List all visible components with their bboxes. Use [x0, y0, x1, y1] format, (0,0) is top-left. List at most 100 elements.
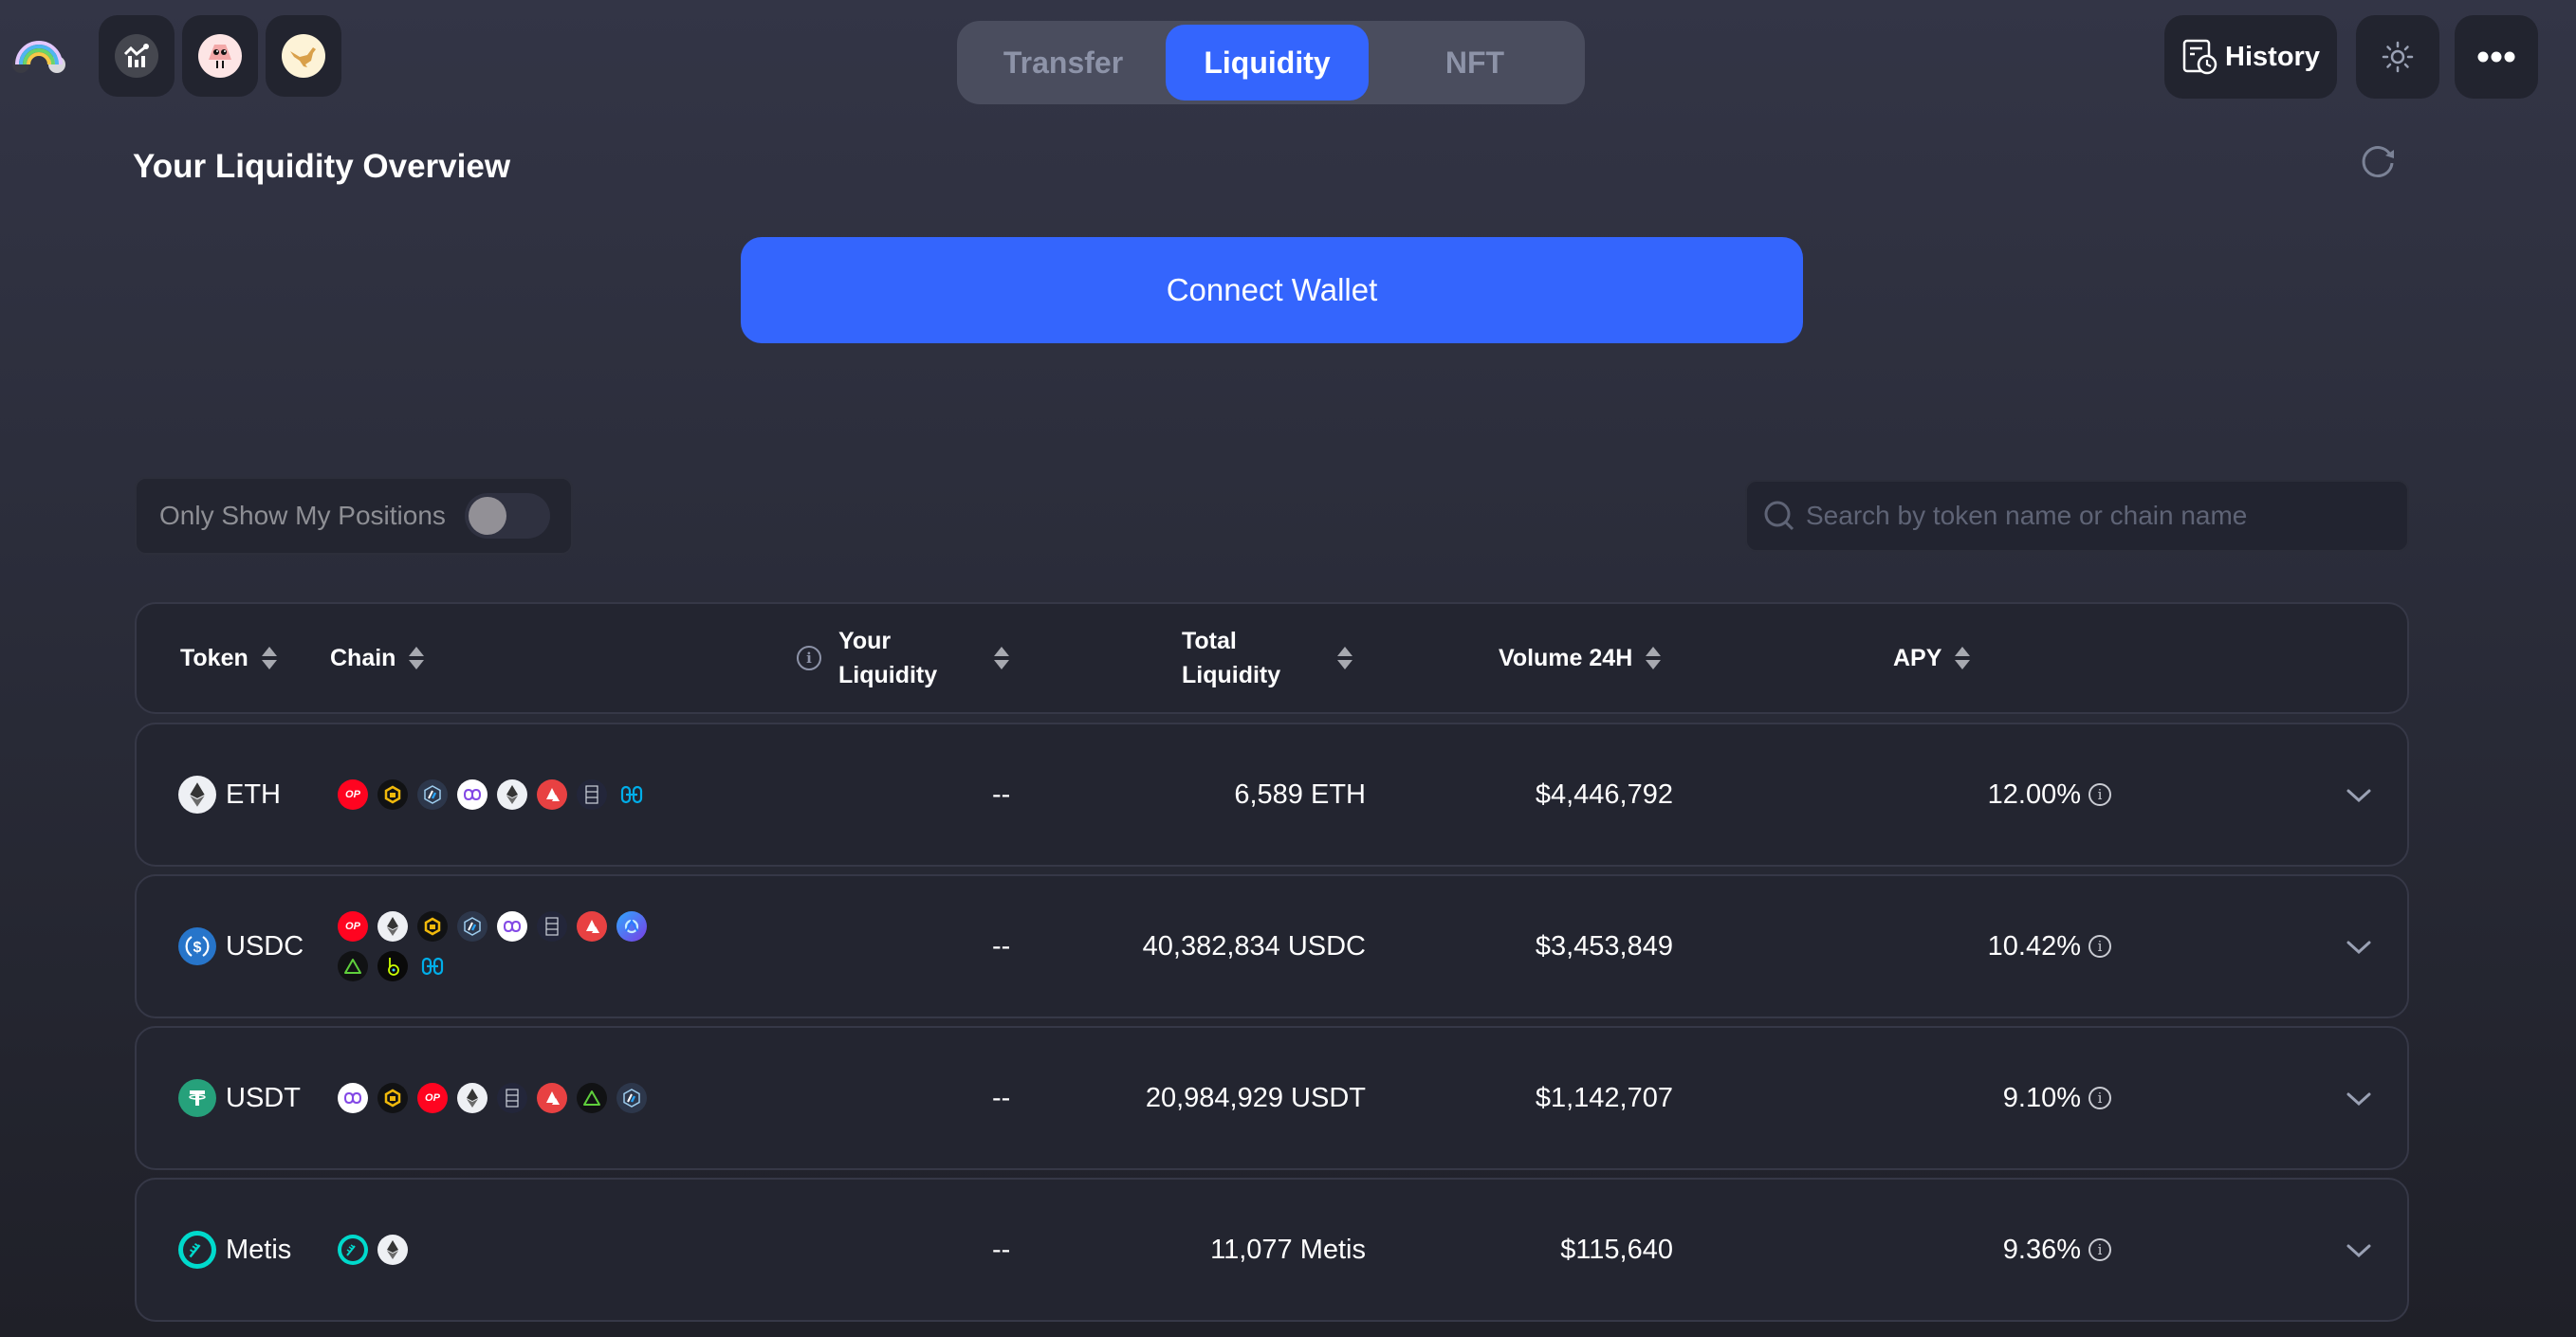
tab-nft[interactable]: NFT: [1369, 25, 1581, 101]
svg-text:$: $: [193, 940, 202, 956]
column-label: Volume 24H: [1499, 644, 1633, 671]
apy-cell: 9.10% i: [1844, 1028, 2111, 1168]
sort-icon: [994, 647, 1009, 669]
connect-wallet-button[interactable]: Connect Wallet: [741, 237, 1803, 343]
main-tabs: Transfer Liquidity NFT: [957, 21, 1585, 104]
theme-toggle-button[interactable]: [2356, 15, 2439, 99]
token-cell: Metis: [178, 1180, 291, 1320]
history-button[interactable]: History: [2164, 15, 2337, 99]
chevron-down-icon[interactable]: [2345, 1085, 2373, 1113]
more-options-button[interactable]: [2455, 15, 2538, 99]
apy-cell: 10.42% i: [1844, 876, 2111, 1016]
chain-fantom-icon: [497, 1083, 527, 1113]
refresh-icon[interactable]: [2360, 142, 2398, 180]
chain-list: [338, 1235, 679, 1265]
token-name: USDT: [226, 1082, 301, 1113]
total-liquidity-cell: 20,984,929 USDT: [1145, 1082, 1366, 1113]
chain-fantom-icon: [537, 911, 567, 942]
table-row[interactable]: USDT OP -- 20,984,929 USDT $1,142,707 9.…: [135, 1026, 2409, 1170]
table-row[interactable]: $ USDC OP -- 40,382,834 USDC $3,453,849 …: [135, 874, 2409, 1018]
chart-icon: [115, 34, 158, 78]
token-cell: $ USDC: [178, 876, 304, 1016]
table-header: Token Chain i Your Liquidity Total Liqui…: [135, 602, 2409, 714]
history-icon: [2182, 39, 2217, 75]
apy-info-icon[interactable]: i: [2088, 1087, 2111, 1109]
column-label: Total Liquidity: [1182, 628, 1281, 688]
table-row[interactable]: ETH OP -- 6,589 ETH $4,446,792 12.00% i: [135, 723, 2409, 867]
apy-value: 9.10%: [2002, 1082, 2081, 1113]
chain-bnb-icon: [377, 1083, 408, 1113]
apy-info-icon[interactable]: i: [2088, 935, 2111, 958]
chain-ethereum-icon: [457, 1083, 488, 1113]
chain-boba-icon: [377, 951, 408, 981]
token-name: ETH: [226, 778, 281, 810]
column-header-total-liquidity[interactable]: Total Liquidity: [1182, 604, 1352, 712]
chain-optimism-icon: OP: [338, 779, 368, 810]
usdc-icon: $: [178, 927, 216, 965]
sort-icon: [1955, 647, 1971, 669]
ghost-icon: [198, 34, 242, 78]
chain-polygon-icon: [497, 911, 527, 942]
your-liquidity-cell: --: [992, 1234, 1011, 1265]
apy-info-icon[interactable]: i: [2088, 783, 2111, 806]
sort-icon: [409, 647, 425, 669]
rainbow-logo-icon[interactable]: [11, 36, 66, 74]
kangaroo-icon: [282, 34, 325, 78]
chain-polygon-icon: [338, 1083, 368, 1113]
sort-icon: [261, 647, 277, 669]
sort-icon: [1337, 647, 1352, 669]
kangaroo-app-button[interactable]: [266, 15, 341, 97]
chain-cell: OP: [338, 1028, 679, 1168]
chain-nova-icon: [577, 1083, 607, 1113]
ghost-app-button[interactable]: [182, 15, 258, 97]
chevron-down-icon[interactable]: [2345, 781, 2373, 810]
your-liquidity-cell: --: [992, 1082, 1011, 1113]
column-header-volume-24h[interactable]: Volume 24H: [1499, 604, 1662, 712]
history-label: History: [2225, 41, 2320, 72]
chain-nova-icon: [338, 951, 368, 981]
info-icon[interactable]: i: [797, 646, 821, 670]
apy-value: 12.00%: [1987, 778, 2081, 810]
column-label: Chain: [330, 644, 396, 671]
chain-list: OP: [338, 1083, 679, 1113]
token-cell: USDT: [178, 1028, 301, 1168]
token-name: Metis: [226, 1234, 292, 1265]
chain-ethereum-icon: [377, 1235, 408, 1265]
apy-value: 9.36%: [2002, 1234, 2081, 1265]
chain-harmony-icon: [417, 951, 448, 981]
apy-cell: 12.00% i: [1844, 724, 2111, 865]
chain-cell: OP: [338, 876, 679, 1016]
chain-avalanche-icon: [537, 1083, 567, 1113]
chevron-down-icon[interactable]: [2345, 933, 2373, 962]
chain-ethereum-icon: [497, 779, 527, 810]
total-liquidity-cell: 6,589 ETH: [1234, 778, 1366, 810]
chain-fantom-icon: [577, 779, 607, 810]
toggle-label: Only Show My Positions: [159, 501, 446, 530]
analytics-app-button[interactable]: [99, 15, 175, 97]
total-liquidity-cell: 40,382,834 USDC: [1142, 930, 1366, 962]
chain-arbitrum-icon: [417, 779, 448, 810]
column-label: APY: [1893, 644, 1942, 671]
search-input[interactable]: [1806, 501, 2375, 531]
only-my-positions-toggle[interactable]: [464, 493, 550, 539]
apy-info-icon[interactable]: i: [2088, 1238, 2111, 1261]
chevron-down-icon[interactable]: [2345, 1236, 2373, 1265]
tab-transfer[interactable]: Transfer: [961, 25, 1166, 101]
sun-icon: [2382, 41, 2414, 73]
column-header-your-liquidity[interactable]: i Your Liquidity: [797, 604, 1009, 712]
toggle-knob: [468, 497, 506, 535]
chain-bnb-icon: [377, 779, 408, 810]
sort-icon: [1646, 647, 1662, 669]
column-header-token[interactable]: Token: [180, 604, 277, 712]
column-header-chain[interactable]: Chain: [330, 604, 425, 712]
page-title: Your Liquidity Overview: [133, 148, 511, 185]
search-box: [1745, 480, 2409, 552]
search-icon: [1764, 501, 1794, 531]
chain-list: OP: [338, 911, 679, 981]
chain-optimism-icon: OP: [417, 1083, 448, 1113]
volume-24h-cell: $1,142,707: [1535, 1082, 1673, 1113]
chain-arbitrum-icon: [616, 1083, 647, 1113]
tab-liquidity[interactable]: Liquidity: [1166, 25, 1369, 101]
table-row[interactable]: Metis -- 11,077 Metis $115,640 9.36% i: [135, 1178, 2409, 1322]
column-header-apy[interactable]: APY: [1893, 604, 1971, 712]
